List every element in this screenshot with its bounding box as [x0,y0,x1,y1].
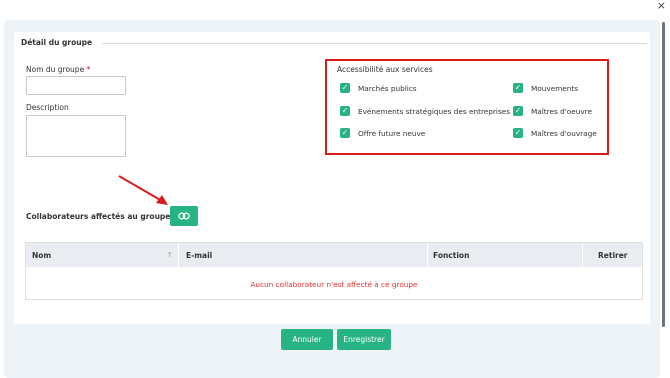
scrollbar[interactable] [662,22,665,327]
service-label: Mouvements [531,83,579,93]
service-label: Offre future neuve [358,128,426,138]
service-item-mouvements[interactable]: ✓ Mouvements [513,83,578,93]
collaborators-title: Collaborateurs affectés au groupe (0) [26,212,186,221]
service-label: Maîtres d'ouvrage [531,128,597,138]
group-name-input[interactable] [26,76,126,95]
column-divider [178,243,179,267]
annotation-arrow-icon [118,175,168,205]
close-icon[interactable]: × [657,0,666,12]
link-collaborator-button[interactable] [170,206,198,226]
service-label: Marchés publics [358,83,417,93]
group-name-label-text: Nom du groupe [26,65,85,74]
description-label: Description [26,103,69,112]
column-divider [582,243,583,267]
service-item-marches-publics[interactable]: ✓ Marchés publics [340,83,417,93]
services-panel: Accessibilité aux services ✓ Marchés pub… [325,59,609,155]
service-item-evenements[interactable]: ✓ Evénements stratégiques des entreprise… [340,106,510,116]
cancel-button[interactable]: Annuler [281,329,333,350]
checkbox-checked-icon[interactable]: ✓ [340,83,350,93]
section-title: Détail du groupe [21,38,99,47]
checkbox-checked-icon[interactable]: ✓ [513,128,523,138]
section-divider [102,43,647,44]
column-header-fonction[interactable]: Fonction [433,251,469,260]
collaborators-table: Nom ↑ E-mail Fonction Retirer Aucun coll… [25,242,643,300]
checkbox-checked-icon[interactable]: ✓ [340,106,350,116]
service-item-maitres-oeuvre[interactable]: ✓ Maîtres d'oeuvre [513,106,592,116]
description-textarea[interactable] [26,115,126,157]
column-divider [427,243,428,267]
column-header-retirer[interactable]: Retirer [598,251,628,260]
required-mark: * [86,65,91,74]
column-header-email[interactable]: E-mail [186,251,212,260]
checkbox-checked-icon[interactable]: ✓ [513,106,523,116]
save-button[interactable]: Enregistrer [337,329,391,350]
table-header: Nom ↑ E-mail Fonction Retirer [26,243,642,267]
service-item-maitres-ouvrage[interactable]: ✓ Maîtres d'ouvrage [513,128,597,138]
link-icon [178,212,190,220]
group-name-label: Nom du groupe * [26,65,90,74]
sort-arrow-icon[interactable]: ↑ [167,251,173,259]
service-label: Evénements stratégiques des entreprises [358,106,511,116]
empty-table-message: Aucun collaborateur n'est affecté à ce g… [250,280,418,289]
column-header-nom[interactable]: Nom [32,251,51,260]
service-item-offre-future[interactable]: ✓ Offre future neuve [340,128,425,138]
service-label: Maîtres d'oeuvre [531,106,592,116]
services-title: Accessibilité aux services [337,65,433,74]
checkbox-checked-icon[interactable]: ✓ [340,128,350,138]
checkbox-checked-icon[interactable]: ✓ [513,83,523,93]
